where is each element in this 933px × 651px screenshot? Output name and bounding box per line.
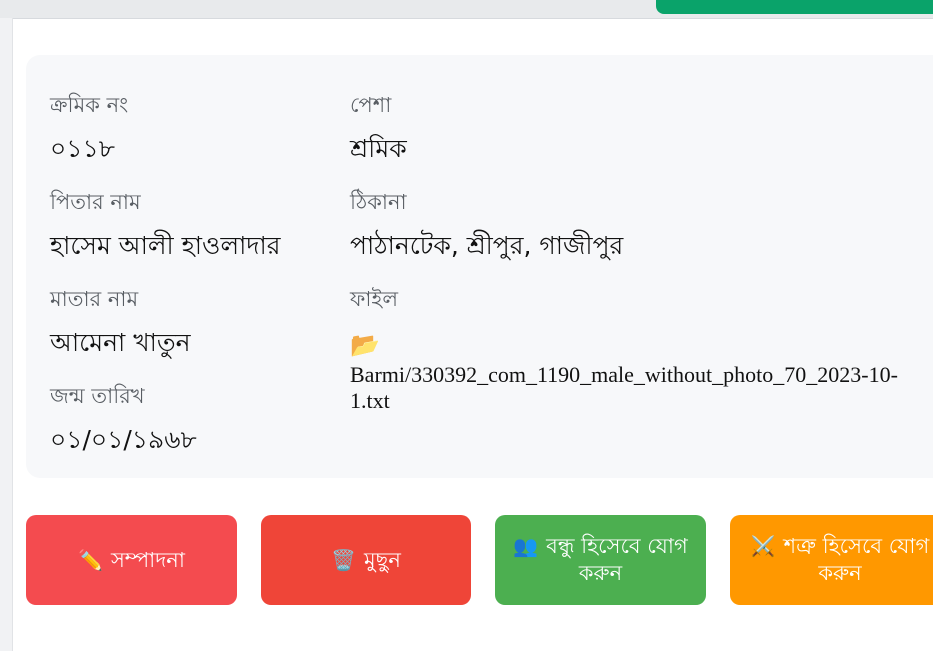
delete-button-label: মুছুন (363, 547, 401, 572)
serial-label: ক্রমিক নং (50, 93, 129, 117)
add-friend-button-label: বন্ধু হিসেবে যোগ করুন (546, 534, 688, 585)
file-entry[interactable]: 📂 Barmi/330392_com_1190_male_without_pho… (350, 333, 925, 414)
pencil-icon: ✏️ (78, 547, 103, 572)
add-enemy-button[interactable]: ⚔️ শত্রু হিসেবে যোগ করুন (730, 515, 933, 605)
top-green-button[interactable] (656, 0, 933, 14)
crossed-swords-icon: ⚔️ (750, 534, 776, 558)
mother-label: মাতার নাম (50, 287, 139, 311)
details-card (26, 55, 933, 478)
occupation-label: পেশা (350, 93, 392, 117)
add-enemy-button-label: শত্রু হিসেবে যোগ করুন (783, 534, 930, 585)
dob-value: ০১/০১/১৯৬৮ (50, 425, 197, 454)
address-value: পাঠানটেক, শ্রীপুর, গাজীপুর (350, 231, 624, 260)
file-label: ফাইল (350, 287, 399, 311)
people-icon: 👥 (513, 534, 539, 558)
edit-button[interactable]: ✏️ সম্পাদনা (26, 515, 237, 605)
serial-value: ০১১৮ (50, 134, 115, 163)
father-label: পিতার নাম (50, 190, 141, 214)
file-path[interactable]: Barmi/330392_com_1190_male_without_photo… (350, 362, 925, 414)
trash-icon: 🗑️ (331, 547, 356, 572)
mother-value: আমেনা খাতুন (50, 328, 191, 357)
folder-icon: 📂 (350, 331, 380, 359)
left-sidebar-edge (0, 18, 13, 651)
dob-label: জন্ম তারিখ (50, 384, 145, 408)
occupation-value: শ্রমিক (350, 134, 407, 163)
father-value: হাসেম আলী হাওলাদার (50, 231, 281, 260)
add-friend-button[interactable]: 👥 বন্ধু হিসেবে যোগ করুন (495, 515, 706, 605)
delete-button[interactable]: 🗑️ মুছুন (261, 515, 471, 605)
address-label: ঠিকানা (350, 190, 407, 214)
edit-button-label: সম্পাদনা (110, 547, 185, 572)
